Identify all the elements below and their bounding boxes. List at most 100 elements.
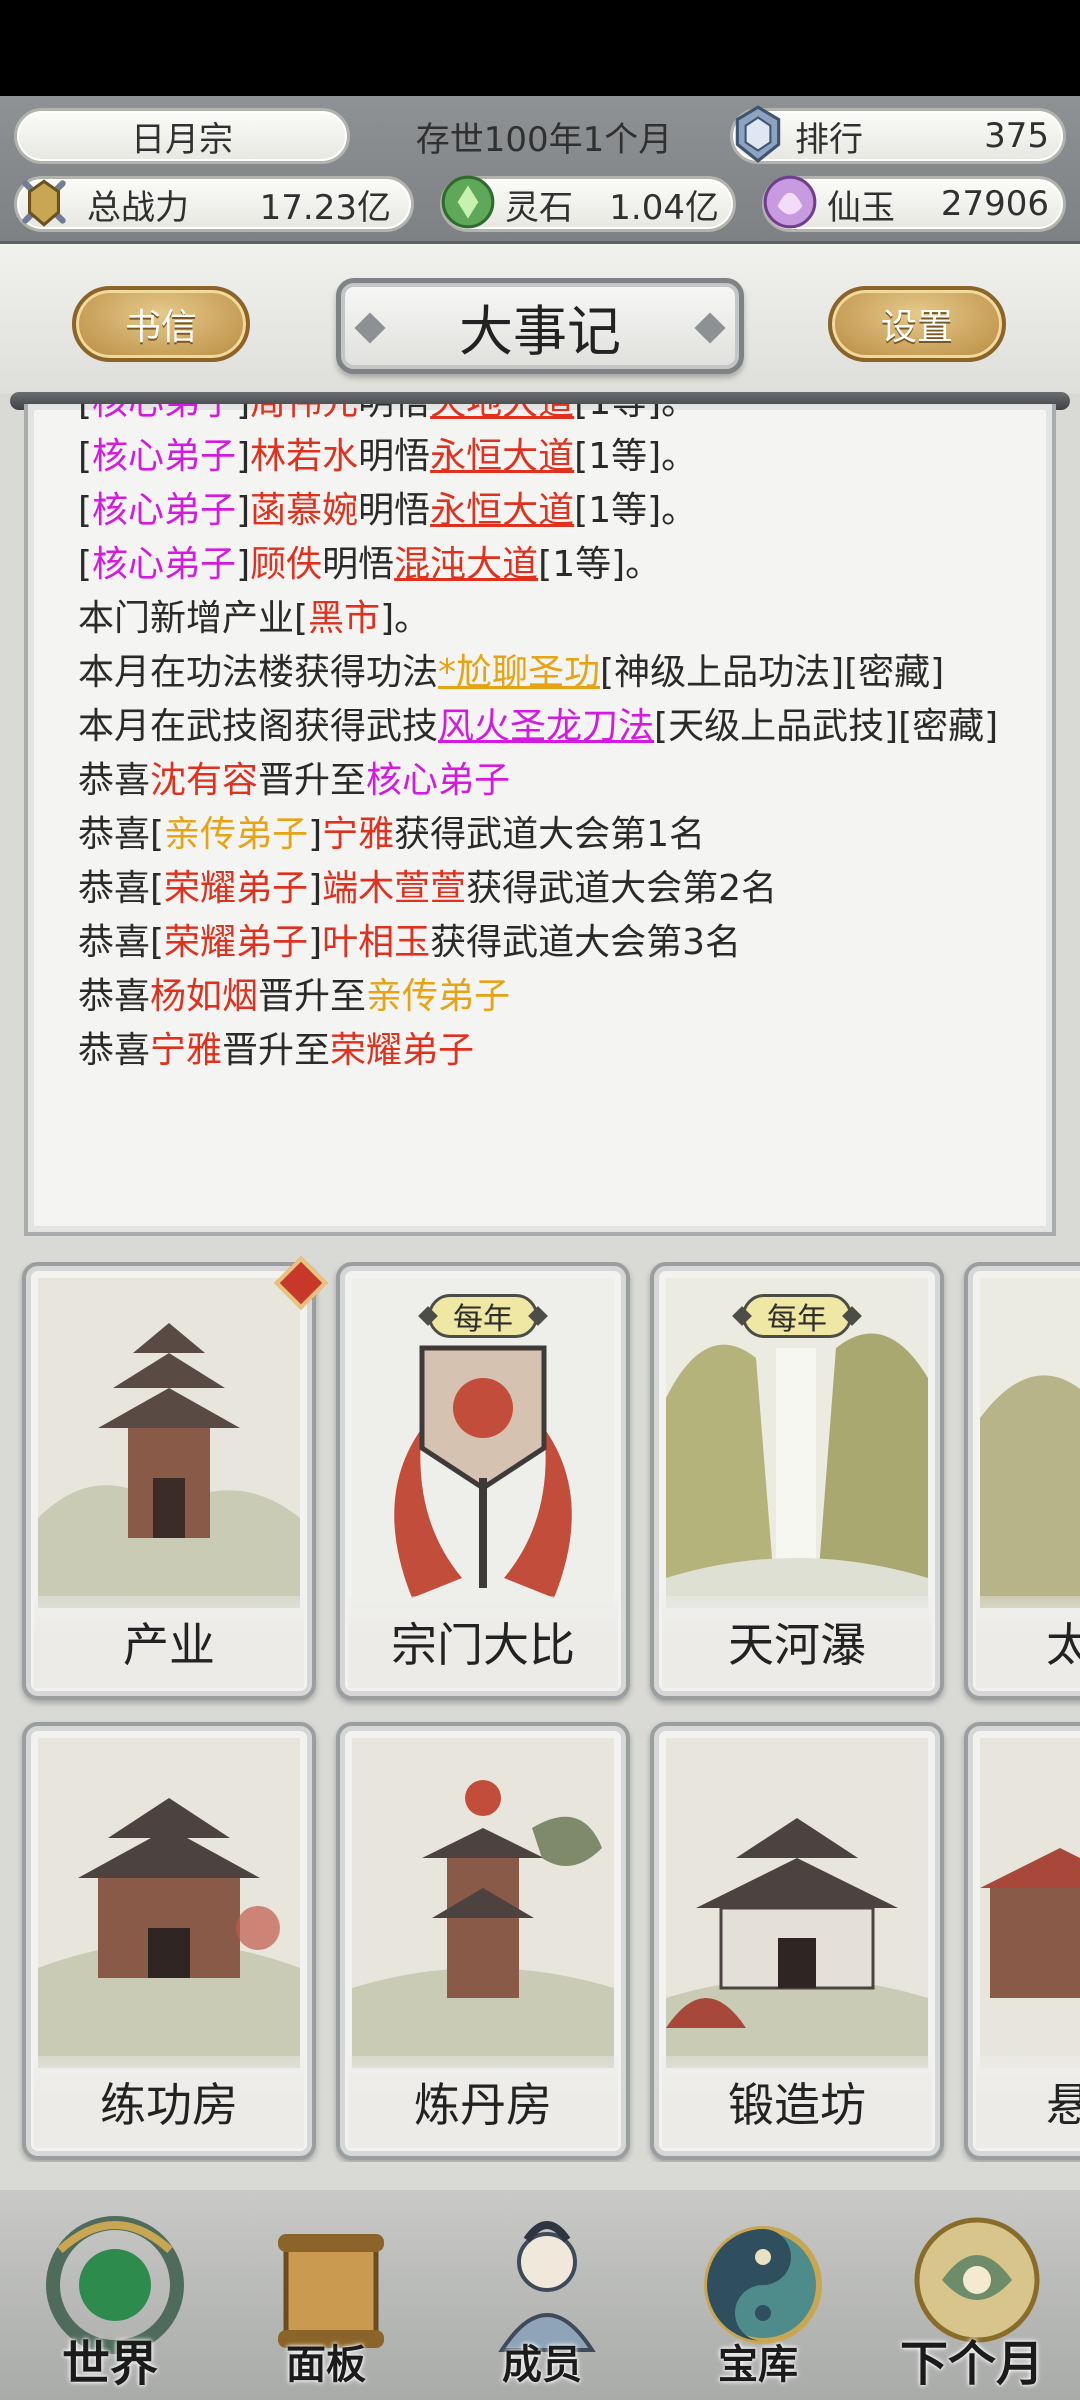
log-text: ]	[236, 544, 251, 585]
log-text: 晋升至	[222, 1030, 331, 1071]
log-text: 明悟	[358, 490, 431, 531]
building-label: 太	[976, 1596, 1080, 1688]
log-highlight: 核心弟子	[92, 490, 237, 531]
spirit-stone-icon	[441, 175, 495, 229]
log-text: 明悟	[358, 404, 430, 423]
nav-world[interactable]: 世界	[10, 2200, 210, 2400]
log-text: 明悟	[358, 436, 431, 477]
nav-panel[interactable]: 面板	[226, 2200, 426, 2400]
building-label: 天河瀑	[662, 1596, 932, 1688]
log-text: ]	[236, 404, 250, 423]
log-text: ]	[236, 436, 251, 477]
shrine-icon	[980, 1738, 1080, 2068]
log-link[interactable]: 天地大道	[430, 404, 574, 423]
log-text: [1等]。	[574, 490, 698, 531]
immortal-jade-value: 27906	[940, 184, 1049, 224]
log-text: 本月在功法楼获得功法	[78, 652, 439, 693]
rank-value: 375	[984, 116, 1049, 156]
building-label: 锻造坊	[662, 2056, 932, 2148]
nav-treasury[interactable]: 宝库	[658, 2200, 858, 2400]
log-highlight: 宁雅	[150, 1030, 223, 1071]
log-text: 恭喜	[78, 760, 151, 801]
log-entry: 恭喜沈有容晋升至核心弟子	[78, 754, 1038, 808]
header: 书信 大事记 设置	[0, 244, 1080, 394]
building-card-industry[interactable]: 产业	[22, 1262, 316, 1700]
tower-icon	[352, 1738, 614, 2068]
building-card-waterfall[interactable]: 每年 天河瀑	[650, 1262, 944, 1700]
log-text: 获得武道大会第2名	[466, 868, 778, 909]
building-label: 炼丹房	[348, 2056, 618, 2148]
letters-button[interactable]: 书信	[72, 286, 250, 362]
log-highlight: 核心弟子	[92, 436, 237, 477]
power-value: 17.23亿	[259, 187, 391, 228]
log-highlight: 亲传弟子	[164, 814, 309, 855]
log-text: [1等]。	[574, 436, 698, 477]
log-text: 获得武道大会第1名	[394, 814, 706, 855]
nav-members[interactable]: 成员	[442, 2200, 642, 2400]
spirit-stone-plate[interactable]: 灵石 1.04亿	[440, 175, 736, 232]
log-highlight: 核心弟子	[92, 404, 236, 423]
log-text: [	[78, 544, 93, 585]
building-card-sect-contest[interactable]: 每年 宗门大比	[336, 1262, 630, 1700]
building-card-partial-2[interactable]: 悬	[964, 1722, 1080, 2160]
log-text: 本月在武技阁获得武技	[78, 706, 439, 747]
immortal-jade-plate[interactable]: 仙玉 27906	[762, 175, 1066, 232]
log-entry: [核心弟子]顾佚明悟混沌大道[1等]。	[78, 538, 1038, 592]
log-highlight: 菡慕婉	[250, 490, 359, 531]
log-entry: 本月在武技阁获得武技风火圣龙刀法[天级上品武技][密藏]	[78, 700, 1038, 754]
log-highlight: 荣耀弟子	[164, 868, 309, 909]
log-text: [	[78, 404, 92, 423]
log-highlight: 沈有容	[150, 760, 259, 801]
log-text: ]	[308, 814, 323, 855]
page-title-plate: 大事记	[336, 278, 744, 374]
building-card-forge[interactable]: 锻造坊	[650, 1722, 944, 2160]
log-text: ]。	[380, 598, 431, 639]
existence-text: 存世100年1个月	[415, 119, 673, 160]
log-entry: 恭喜[荣耀弟子]叶相玉获得武道大会第3名	[78, 916, 1038, 970]
log-text: 恭喜[	[78, 814, 165, 855]
log-link[interactable]: 永恒大道	[430, 436, 574, 477]
building-label: 悬	[976, 2056, 1080, 2148]
nav-members-label: 成员	[502, 2342, 582, 2388]
log-highlight: 顾佚	[250, 544, 323, 585]
power-icon	[22, 179, 66, 227]
log-highlight: 荣耀弟子	[330, 1030, 475, 1071]
log-link[interactable]: 混沌大道	[394, 544, 538, 585]
log-highlight: 叶相玉	[322, 922, 431, 963]
nav-treasury-label: 宝库	[718, 2342, 798, 2388]
log-text: [	[78, 490, 93, 531]
page-title: 大事记	[459, 299, 621, 363]
log-text: [神级上品功法][密藏]	[600, 652, 945, 693]
rank-plate[interactable]: 排行 375	[730, 105, 1066, 164]
building-label: 练功房	[34, 2056, 304, 2148]
nav-world-label: 世界	[61, 2336, 158, 2392]
nav-next-month[interactable]: 下个月	[872, 2200, 1072, 2400]
building-grid[interactable]: 产业 每年 宗门大比 每年 天河瀑 太	[0, 1262, 1080, 2162]
building-label: 宗门大比	[348, 1596, 618, 1688]
spirit-stone-value: 1.04亿	[609, 187, 719, 228]
status-bar	[0, 0, 1080, 96]
log-highlight: 核心弟子	[366, 760, 511, 801]
log-link[interactable]: *尬聊圣功	[438, 652, 600, 693]
immortal-jade-icon	[763, 175, 817, 229]
building-label: 产业	[34, 1596, 304, 1688]
building-card-alchemy-room[interactable]: 炼丹房	[336, 1722, 630, 2160]
resource-bar: 日月宗 存世100年1个月 排行 375 总战力 17.23亿 灵石 1.04亿…	[0, 96, 1080, 244]
building-card-training-room[interactable]: 练功房	[22, 1722, 316, 2160]
chronicle-log[interactable]: [核心弟子]周伟元明悟天地大道[1等]。[核心弟子]林若水明悟永恒大道[1等]。…	[24, 404, 1056, 1236]
log-link[interactable]: 永恒大道	[430, 490, 574, 531]
building-card-partial-1[interactable]: 太	[964, 1262, 1080, 1700]
log-highlight: 宁雅	[322, 814, 395, 855]
mountain-icon	[980, 1278, 1080, 1608]
nav-next-month-label: 下个月	[899, 2336, 1044, 2392]
chronicle-log-list: [核心弟子]周伟元明悟天地大道[1等]。[核心弟子]林若水明悟永恒大道[1等]。…	[78, 404, 1038, 1078]
existence-plate: 存世100年1个月	[362, 108, 726, 164]
log-text: 恭喜	[78, 976, 151, 1017]
log-entry: 恭喜宁雅晋升至荣耀弟子	[78, 1024, 1038, 1078]
log-link[interactable]: 风火圣龙刀法	[438, 706, 654, 747]
log-text: 晋升至	[258, 976, 367, 1017]
settings-button[interactable]: 设置	[828, 286, 1006, 362]
ornament-right	[694, 312, 726, 344]
log-text: [1等]。	[574, 404, 697, 423]
log-entry: 恭喜[亲传弟子]宁雅获得武道大会第1名	[78, 808, 1038, 862]
